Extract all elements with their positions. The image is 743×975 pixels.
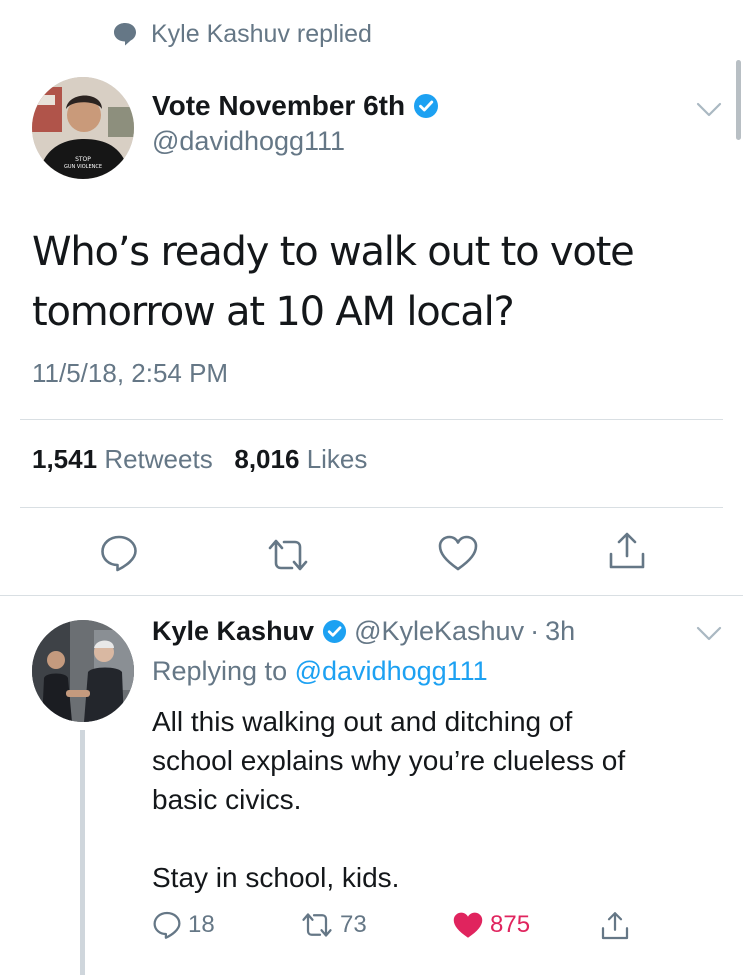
divider (20, 507, 723, 508)
tweet-text-line: tomorrow at 10 AM local? (32, 289, 515, 335)
tweet-text-line: Who’s ready to walk out to vote (32, 229, 635, 275)
like-stat[interactable]: 8,016 Likes (234, 444, 367, 474)
replying-to: Replying to @davidhogg111 (152, 656, 488, 687)
reply-action[interactable]: 18 (152, 910, 215, 940)
retweet-count: 1,541 (32, 444, 98, 474)
reply-context: Kyle Kashuv replied (112, 18, 372, 50)
like-filled-icon (453, 912, 483, 938)
reply-text-line: All this walking out and ditching of (152, 706, 573, 737)
like-action[interactable]: 875 (452, 910, 530, 940)
reply-icon[interactable] (99, 533, 139, 573)
reply-text-line: school explains why you’re clueless of (152, 745, 626, 776)
verified-badge-icon (414, 94, 439, 118)
retweet-icon (302, 913, 332, 937)
tweet-stats: 1,541 Retweets 8,016 Likes (32, 444, 367, 475)
retweet-action[interactable]: 73 (300, 910, 367, 940)
author-display-name[interactable]: Vote November 6th (152, 90, 405, 122)
like-label: Likes (306, 444, 368, 474)
svg-text:GUN VIOLENCE: GUN VIOLENCE (64, 164, 102, 170)
separator: · (530, 616, 540, 646)
chevron-down-icon[interactable] (696, 102, 722, 118)
reply-time[interactable]: 3h (545, 616, 575, 647)
like-count: 875 (490, 911, 531, 938)
reply-action-bar: 18 73 875 (152, 910, 652, 950)
chevron-down-icon[interactable] (696, 626, 722, 642)
svg-text:STOP: STOP (75, 156, 91, 163)
reply-icon (153, 911, 181, 939)
reply-author-display-name[interactable]: Kyle Kashuv (152, 616, 314, 647)
avatar[interactable]: STOP GUN VIOLENCE (32, 77, 134, 179)
reply-text-line: basic civics. (152, 784, 302, 815)
reply-count: 18 (188, 911, 215, 938)
share-icon (601, 912, 629, 940)
reply-author-row[interactable]: Kyle Kashuv @KyleKashuv · 3h (152, 616, 575, 647)
replying-prefix: Replying to (152, 656, 288, 686)
retweet-stat[interactable]: 1,541 Retweets (32, 444, 213, 474)
divider (20, 419, 723, 420)
scrollbar[interactable] (736, 60, 741, 140)
share-icon[interactable] (607, 530, 647, 572)
replying-to-link[interactable]: @davidhogg111 (295, 656, 488, 686)
verified-badge-icon (323, 619, 347, 644)
like-count: 8,016 (234, 444, 300, 474)
retweet-count: 73 (340, 911, 367, 938)
author-handle[interactable]: @davidhogg111 (152, 126, 345, 157)
avatar[interactable] (32, 620, 134, 722)
like-icon[interactable] (437, 533, 479, 573)
share-action[interactable] (600, 910, 636, 942)
reply-text-line: Stay in school, kids. (152, 862, 400, 893)
reply-text: All this walking out and ditching of sch… (152, 702, 712, 897)
tweet-timestamp[interactable]: 11/5/18, 2:54 PM (32, 358, 228, 389)
speech-bubble-icon (114, 23, 136, 46)
divider (0, 595, 743, 596)
retweet-label: Retweets (104, 444, 213, 474)
reply-author-handle[interactable]: @KyleKashuv (354, 616, 524, 647)
author-name-row[interactable]: Vote November 6th (152, 90, 439, 122)
retweet-icon[interactable] (266, 535, 310, 575)
thread-line (80, 730, 85, 975)
reply-context-text: Kyle Kashuv replied (151, 19, 372, 48)
tweet-text: Who’s ready to walk out to vote tomorrow… (32, 222, 712, 342)
